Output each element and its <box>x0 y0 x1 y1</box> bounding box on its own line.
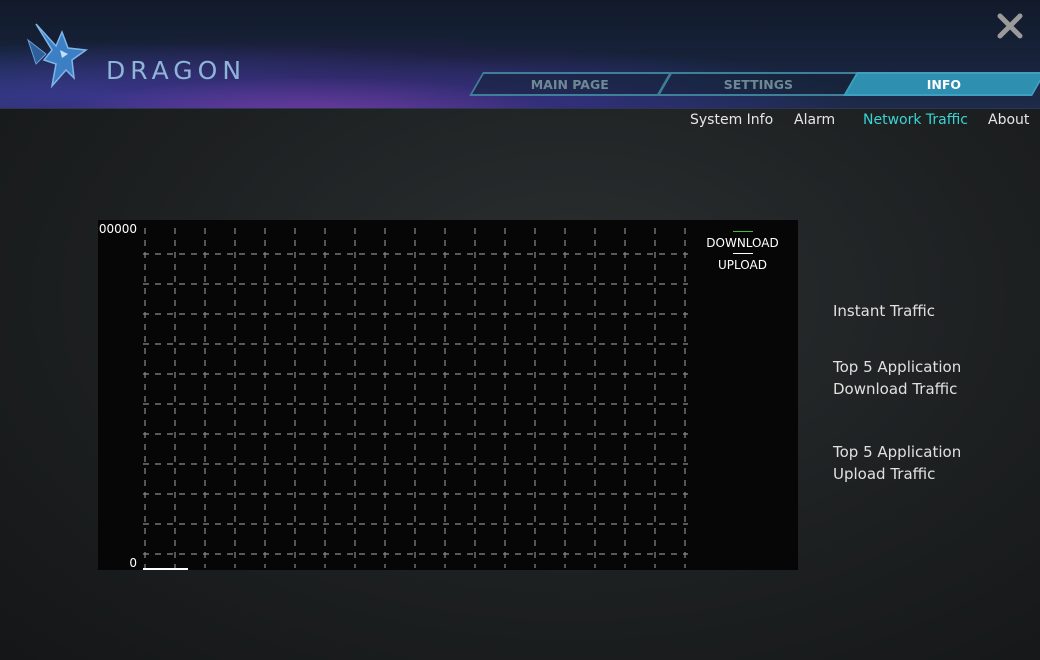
subnav-about[interactable]: About <box>988 112 1029 128</box>
top5-upload-line1: Top 5 Application <box>833 443 962 461</box>
y-tick-label-min: 0 <box>129 556 137 570</box>
app-title: DRAGON <box>106 56 247 85</box>
instant-traffic-label: Instant Traffic <box>833 302 936 320</box>
y-tick-label-max: 800000 <box>98 222 137 236</box>
tab-settings[interactable]: SETTINGS <box>657 72 860 96</box>
dragon-logo-icon <box>27 23 89 89</box>
instant-traffic-link[interactable]: Instant Traffic <box>833 300 935 322</box>
tab-main-page[interactable]: MAIN PAGE <box>469 72 672 96</box>
tab-label: INFO <box>927 76 962 92</box>
top5-download-line2: Download Traffic <box>833 380 958 398</box>
tab-info[interactable]: INFO <box>843 72 1040 96</box>
top5-upload-link[interactable]: Top 5 Application Upload Traffic <box>833 441 961 485</box>
subnav-system-info[interactable]: System Info <box>690 112 773 128</box>
traffic-chart-svg: 800000 0 <box>98 222 688 570</box>
tab-label: SETTINGS <box>723 76 794 92</box>
subnav-alarm[interactable]: Alarm <box>794 112 835 128</box>
top5-download-line1: Top 5 Application <box>833 358 962 376</box>
download-legend-swatch <box>732 231 753 232</box>
top5-upload-line2: Upload Traffic <box>833 465 936 483</box>
upload-legend-swatch <box>732 253 753 254</box>
close-icon[interactable] <box>994 10 1026 42</box>
chart-legend: DOWNLOAD UPLOAD <box>700 229 785 273</box>
subnav-network-traffic[interactable]: Network Traffic <box>863 112 968 128</box>
top5-download-link[interactable]: Top 5 Application Download Traffic <box>833 356 961 400</box>
legend-upload: UPLOAD <box>718 258 767 272</box>
traffic-chart: 800000 0 <box>98 220 798 570</box>
legend-download: DOWNLOAD <box>706 236 779 250</box>
tab-label: MAIN PAGE <box>531 76 610 92</box>
header-banner: DRAGON MAIN PAGE SETTINGS INFO <box>0 0 1040 109</box>
